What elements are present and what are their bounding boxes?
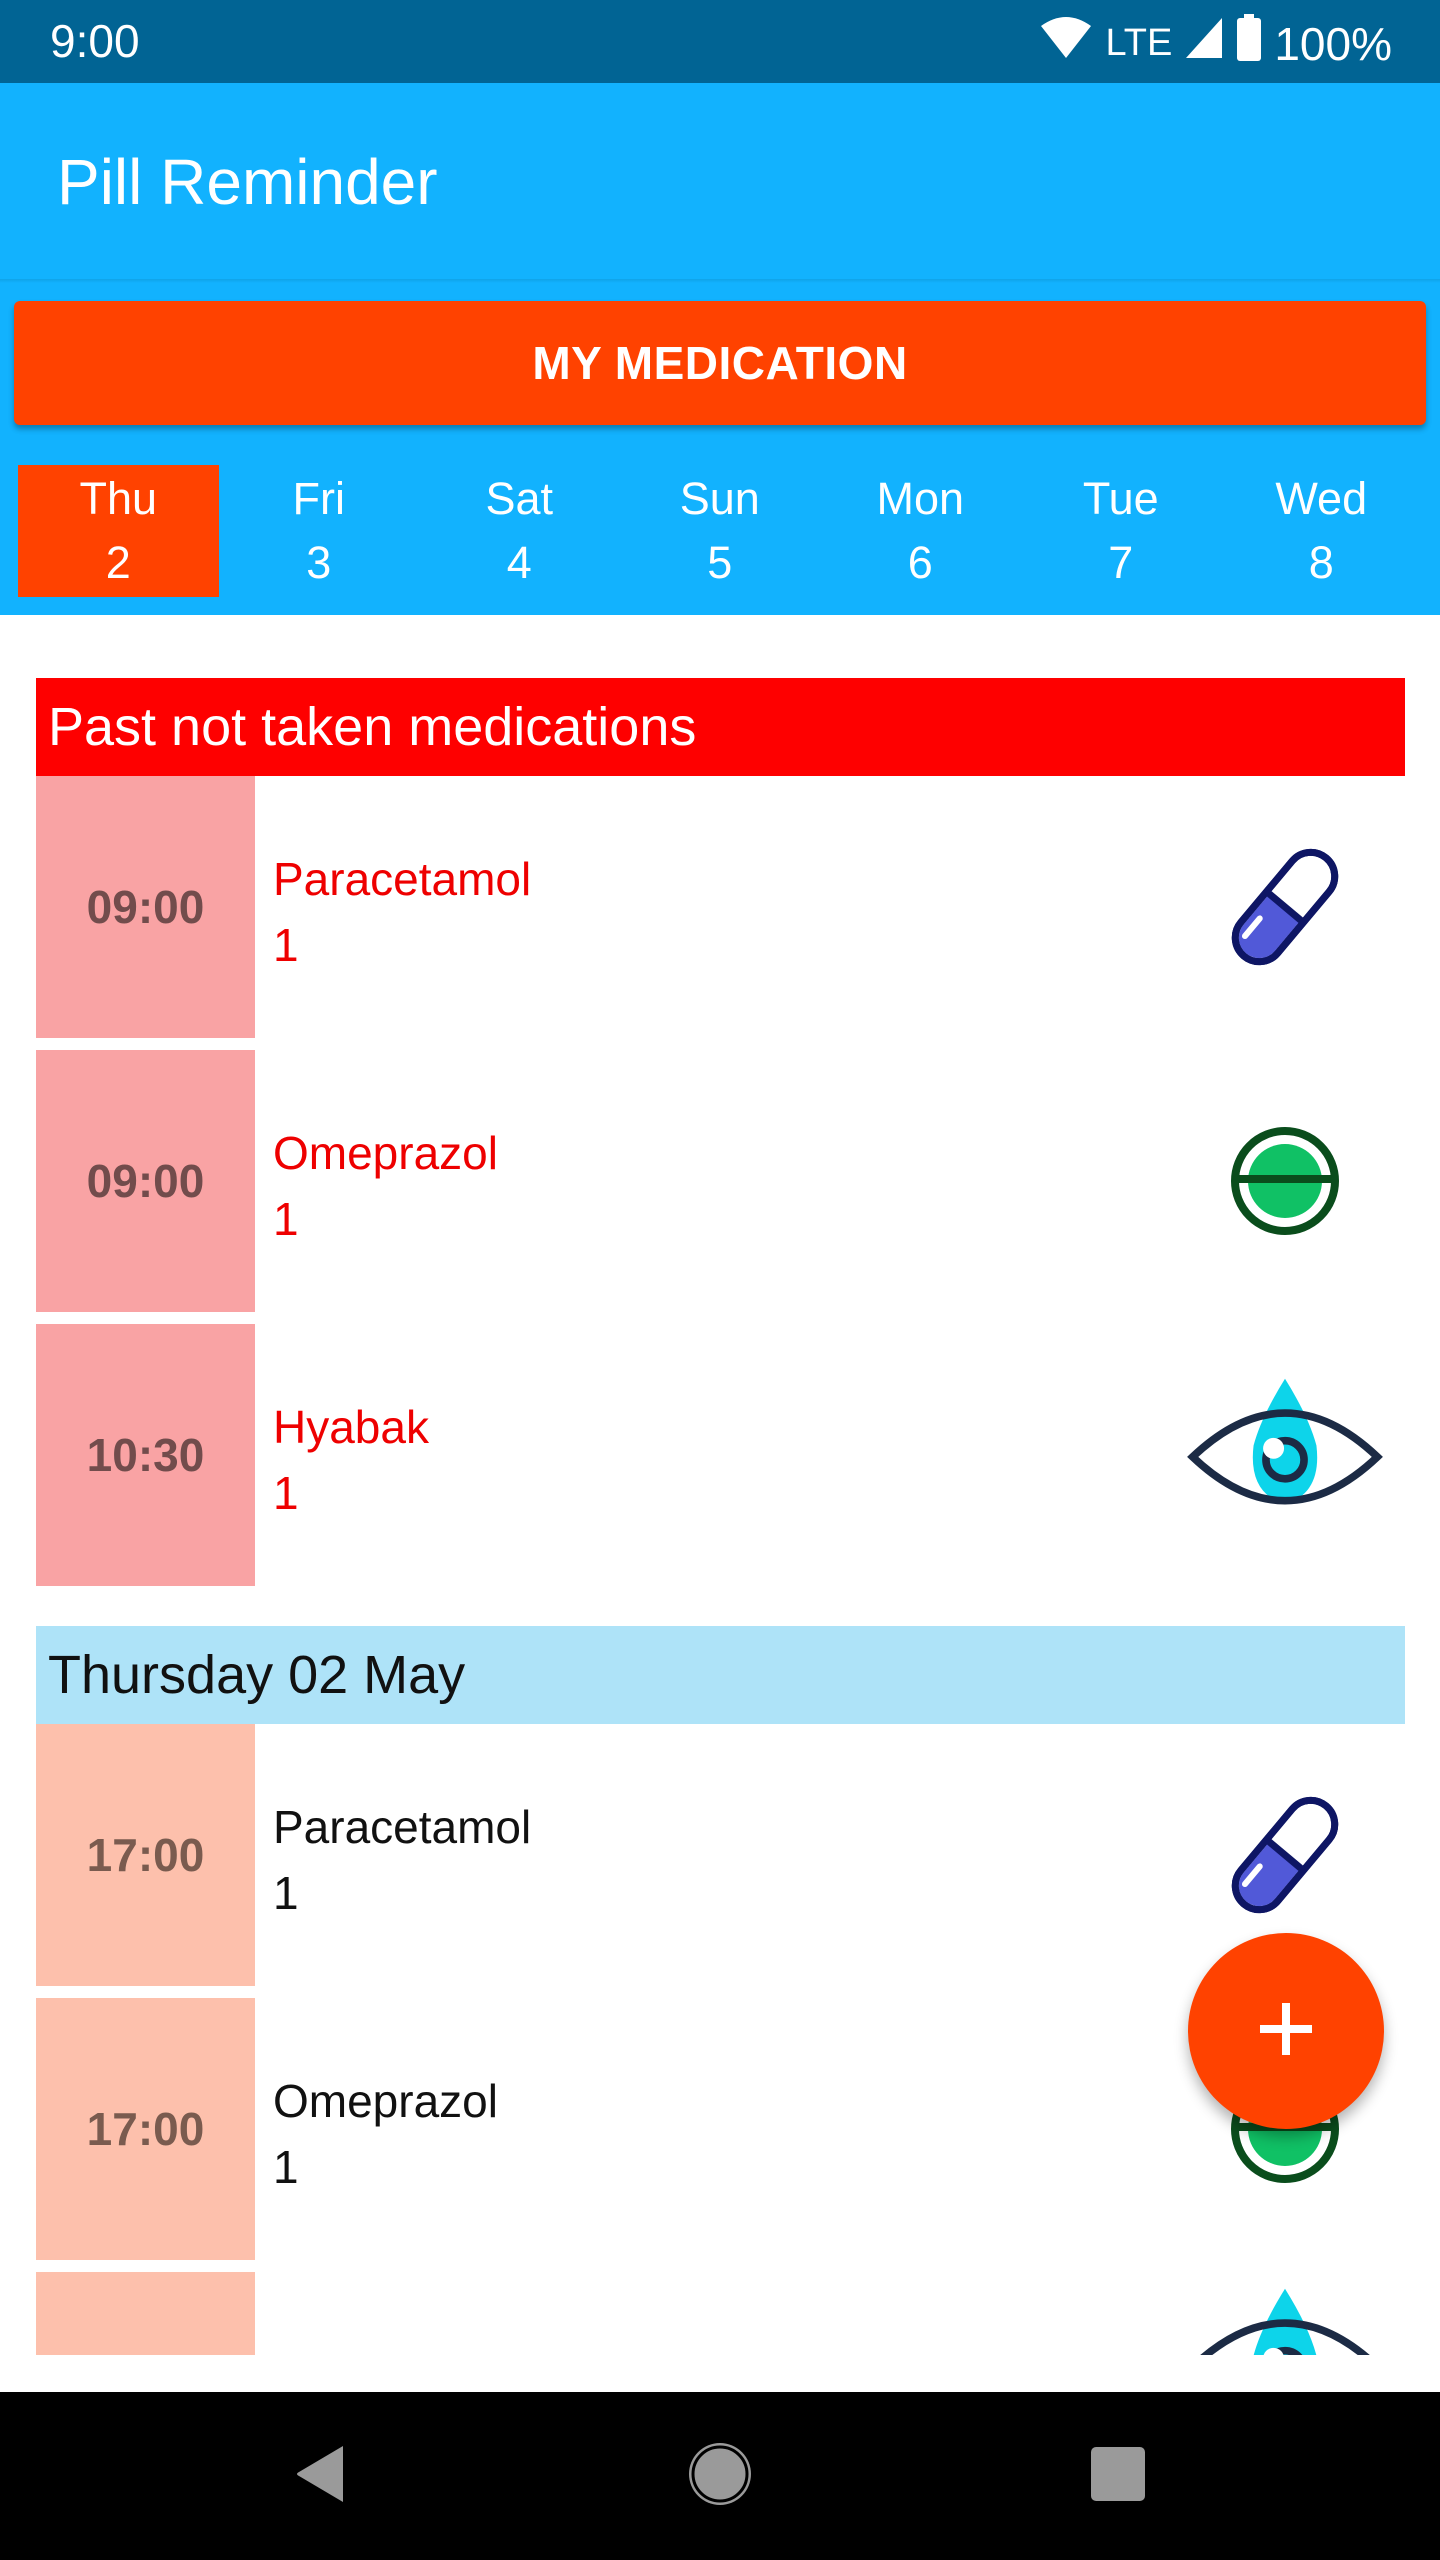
app-bar: Pill Reminder MY MEDICATION Thu 2 Fri 3 Sat 4…: [0, 83, 1440, 615]
dose-time: 17:00: [36, 1724, 255, 1986]
day-tab-mon[interactable]: Mon 6: [820, 465, 1021, 597]
recents-icon: [1090, 2446, 1146, 2507]
past-medications-header: Past not taken medications: [36, 678, 1405, 776]
day-name: Thu: [79, 473, 158, 524]
day-number: 8: [1308, 537, 1334, 588]
status-time: 9:00: [50, 15, 140, 67]
medication-info: Hyabak 1: [255, 1324, 429, 1586]
medication-info: Paracetamol 1: [255, 1724, 531, 1986]
day-tab-thu[interactable]: Thu 2: [18, 465, 219, 597]
recents-button[interactable]: [1078, 2436, 1158, 2516]
medication-info: Paracetamol 1: [255, 776, 531, 1038]
day-tab-wed[interactable]: Wed 8: [1221, 465, 1422, 597]
dose-time: 10:30: [36, 1324, 255, 1586]
capsule-icon: [1185, 1765, 1385, 1945]
status-bar: 9:00 LTE 100%: [0, 0, 1440, 83]
system-nav-bar: [0, 2392, 1440, 2560]
day-tab-tue[interactable]: Tue 7: [1021, 465, 1222, 597]
medication-info: Omeprazol 1: [255, 1050, 498, 1312]
medication-dose: 1: [273, 1867, 299, 1919]
medication-dose: 1: [273, 1467, 299, 1519]
medication-name: Hyabak: [273, 2342, 429, 2355]
plus-icon: [1258, 2001, 1314, 2062]
medication-name: Paracetamol: [273, 853, 532, 905]
medication-name: Hyabak: [273, 1401, 429, 1453]
medication-row[interactable]: 17:00 Paracetamol 1: [36, 1724, 1405, 1986]
dose-time: 09:00: [36, 776, 255, 1038]
medication-row[interactable]: 09:00 Paracetamol 1: [36, 776, 1405, 1038]
day-tab-fri[interactable]: Fri 3: [219, 465, 420, 597]
day-tab-sun[interactable]: Sun 5: [620, 465, 821, 597]
medication-info: Hyabak: [255, 2272, 429, 2355]
app-bar-divider: [0, 279, 1440, 283]
dose-time: 09:00: [36, 1050, 255, 1312]
eye-drop-icon: [1185, 2275, 1385, 2355]
day-name: Mon: [876, 473, 965, 524]
dose-time: [36, 2272, 255, 2355]
tablet-icon: [1185, 1091, 1385, 1271]
back-icon: [293, 2444, 347, 2509]
medication-name: Paracetamol: [273, 1801, 532, 1853]
day-number: 2: [105, 537, 131, 588]
medication-dose: 1: [273, 1193, 299, 1245]
medication-row[interactable]: 10:30 Hyabak 1: [36, 1324, 1405, 1586]
medication-name: Omeprazol: [273, 1127, 498, 1179]
battery-icon: [1236, 14, 1262, 73]
status-icons: LTE 100%: [1039, 14, 1392, 73]
day-number: 5: [707, 537, 733, 588]
day-number: 6: [907, 537, 933, 588]
my-medication-button[interactable]: MY MEDICATION: [14, 301, 1426, 425]
network-type: LTE: [1105, 22, 1173, 64]
wifi-icon: [1039, 16, 1093, 71]
medication-row[interactable]: 09:00 Omeprazol 1: [36, 1050, 1405, 1312]
day-selector: Thu 2 Fri 3 Sat 4 Sun 5 Mon 6 Tue 7 Wed 8: [18, 465, 1422, 597]
eye-drop-icon: [1185, 1365, 1385, 1545]
battery-percent: 100%: [1274, 17, 1392, 70]
medication-info: Omeprazol 1: [255, 1998, 498, 2260]
day-name: Sat: [485, 473, 554, 524]
capsule-icon: [1185, 817, 1385, 997]
add-medication-button[interactable]: [1188, 1933, 1384, 2129]
day-tab-sat[interactable]: Sat 4: [419, 465, 620, 597]
home-icon: [687, 2441, 753, 2512]
medication-name: Omeprazol: [273, 2075, 498, 2127]
medication-row[interactable]: Hyabak: [36, 2272, 1405, 2355]
day-name: Sun: [679, 473, 760, 524]
medication-dose: 1: [273, 919, 299, 971]
medication-dose: 1: [273, 2141, 299, 2193]
day-number: 7: [1108, 537, 1134, 588]
cell-signal-icon: [1184, 16, 1224, 71]
medication-list[interactable]: Past not taken medications 09:00 Paracetam…: [36, 678, 1405, 2355]
day-name: Wed: [1275, 473, 1368, 524]
dose-time: 17:00: [36, 1998, 255, 2260]
home-button[interactable]: [680, 2436, 760, 2516]
day-name: Tue: [1082, 473, 1159, 524]
day-number: 3: [306, 537, 332, 588]
day-number: 4: [506, 537, 532, 588]
app-title: Pill Reminder: [57, 146, 438, 218]
day-name: Fri: [292, 473, 345, 524]
back-button[interactable]: [280, 2436, 360, 2516]
date-section-header: Thursday 02 May: [36, 1626, 1405, 1724]
